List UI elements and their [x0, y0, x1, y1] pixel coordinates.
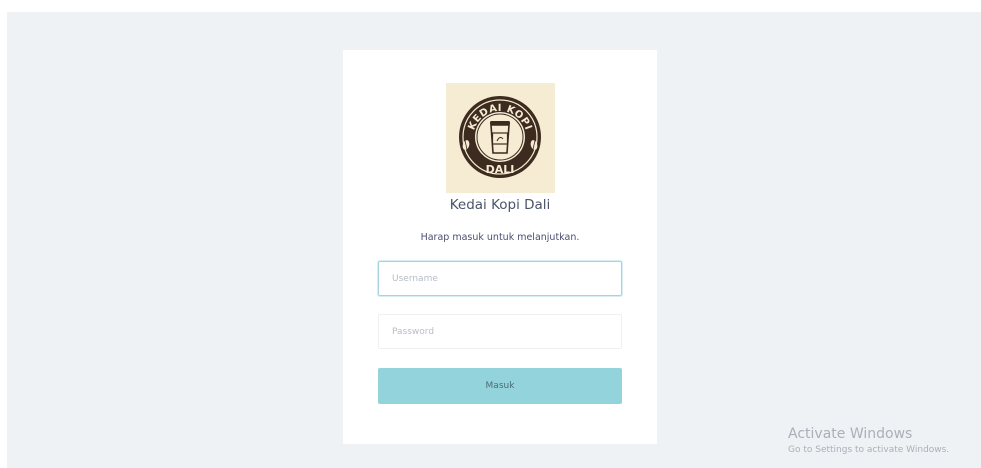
- page-background: KEDAI KOPI DALI Kedai Kopi Dali Harap ma…: [7, 12, 981, 468]
- brand-name: Kedai Kopi Dali: [449, 197, 551, 213]
- activate-windows-watermark: Activate Windows Go to Settings to activ…: [788, 426, 949, 456]
- login-button[interactable]: Masuk: [378, 368, 622, 404]
- watermark-subtitle: Go to Settings to activate Windows.: [788, 445, 950, 455]
- brand-logo: KEDAI KOPI DALI: [446, 83, 555, 193]
- svg-text:DALI: DALI: [486, 163, 515, 176]
- login-card: KEDAI KOPI DALI Kedai Kopi Dali Harap ma…: [343, 50, 657, 444]
- username-input[interactable]: [378, 261, 622, 296]
- login-instruction: Harap masuk untuk melanjutkan.: [420, 232, 580, 243]
- watermark-title: Activate Windows: [788, 426, 913, 442]
- coffee-cup-logo-icon: KEDAI KOPI DALI: [459, 96, 541, 178]
- password-input[interactable]: [378, 314, 622, 349]
